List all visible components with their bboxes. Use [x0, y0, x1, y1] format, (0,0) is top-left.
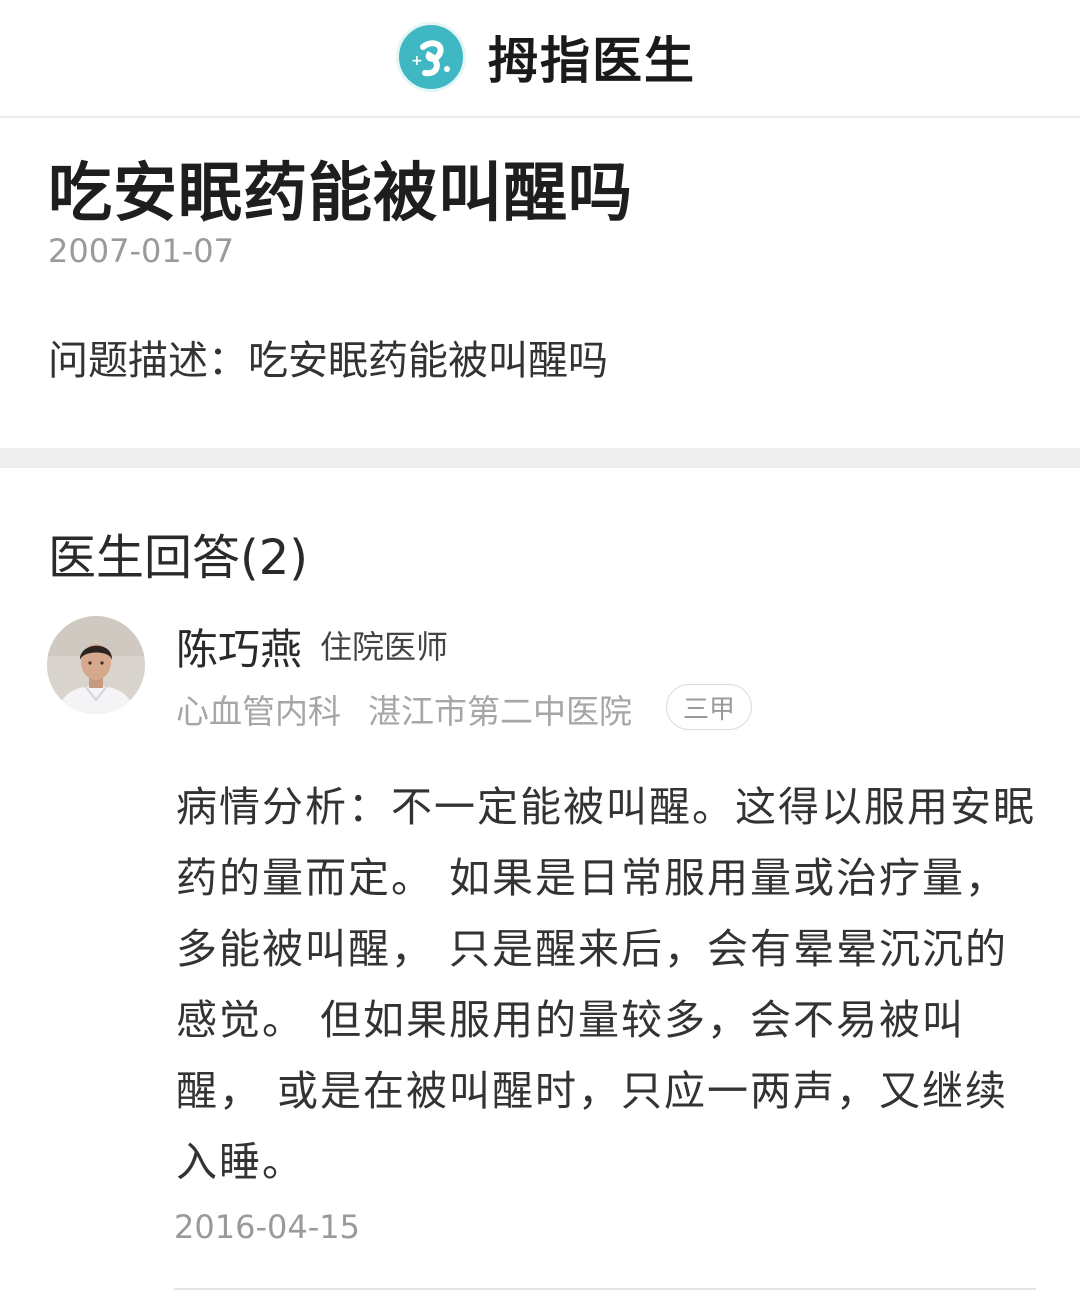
- answers-section-title: 医生回答(2): [48, 530, 308, 586]
- app-header: + 拇指医生: [0, 0, 1080, 118]
- answer-content: 病情分析：不一定能被叫醒。这得以服用安眠药的量而定。 如果是日常服用量或治疗量，…: [176, 783, 1036, 1186]
- answer-separator: [174, 1288, 1036, 1290]
- section-divider: [0, 448, 1080, 468]
- question-description: 问题描述：吃安眠药能被叫醒吗: [48, 338, 608, 384]
- answer-date: 2016-04-15: [174, 1208, 360, 1246]
- svg-text:+: +: [411, 53, 423, 69]
- doctor-name[interactable]: 陈巧燕: [176, 616, 302, 677]
- question-title: 吃安眠药能被叫醒吗: [48, 157, 633, 231]
- doctor-answers-section: 医生回答(2) 陈巧燕 住院医师 心血管内科 湛江市第二中医院 三甲 病情分析：…: [0, 468, 1080, 1307]
- doctor-department: 心血管内科: [176, 692, 341, 731]
- thumb-doctor-logo-icon: +: [396, 22, 466, 92]
- doctor-title: 住院医师: [320, 628, 449, 666]
- brand-name: 拇指医生: [488, 32, 696, 90]
- doctor-avatar[interactable]: [47, 616, 145, 714]
- brand[interactable]: + 拇指医生: [396, 22, 696, 92]
- hospital-level-badge: 三甲: [666, 684, 752, 730]
- question-date: 2007-01-07: [48, 232, 234, 270]
- doctor-hospital: 湛江市第二中医院: [368, 692, 632, 731]
- question-card: 吃安眠药能被叫醒吗 2007-01-07 问题描述：吃安眠药能被叫醒吗: [0, 120, 1080, 448]
